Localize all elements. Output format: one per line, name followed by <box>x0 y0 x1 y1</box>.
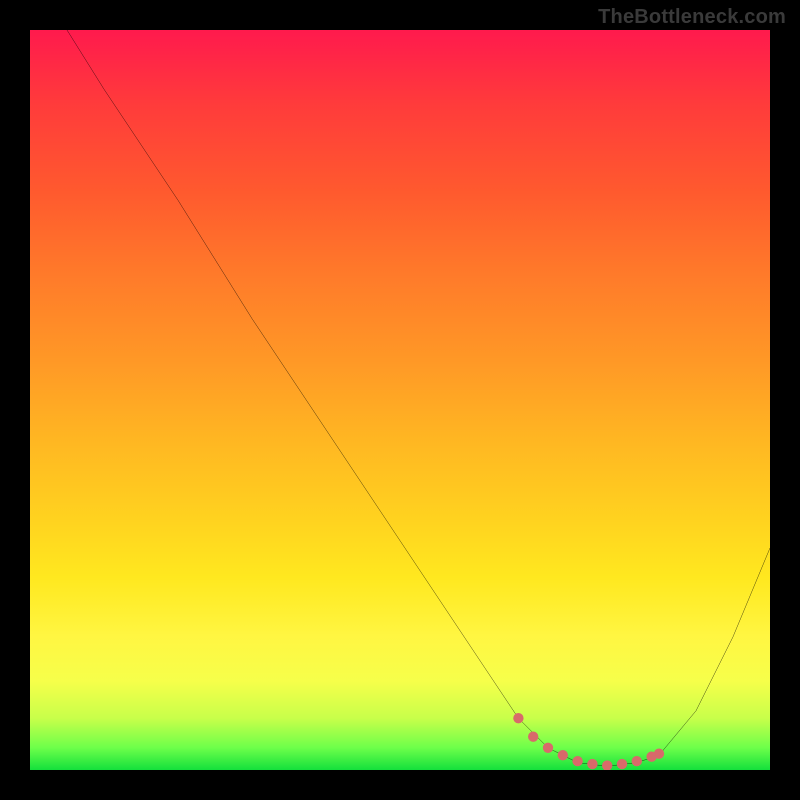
valley-marker <box>543 743 553 753</box>
valley-marker <box>632 756 642 766</box>
valley-markers <box>513 713 664 770</box>
bottleneck-curve <box>67 30 770 766</box>
chart-container: TheBottleneck.com <box>0 0 800 800</box>
chart-svg <box>30 30 770 770</box>
valley-marker <box>654 749 664 759</box>
valley-marker <box>528 732 538 742</box>
plot-area <box>30 30 770 770</box>
valley-marker <box>602 760 612 770</box>
watermark-label: TheBottleneck.com <box>598 6 786 29</box>
valley-marker <box>572 756 582 766</box>
valley-marker <box>617 759 627 769</box>
valley-marker <box>587 759 597 769</box>
valley-marker <box>558 750 568 760</box>
valley-marker <box>513 713 523 723</box>
